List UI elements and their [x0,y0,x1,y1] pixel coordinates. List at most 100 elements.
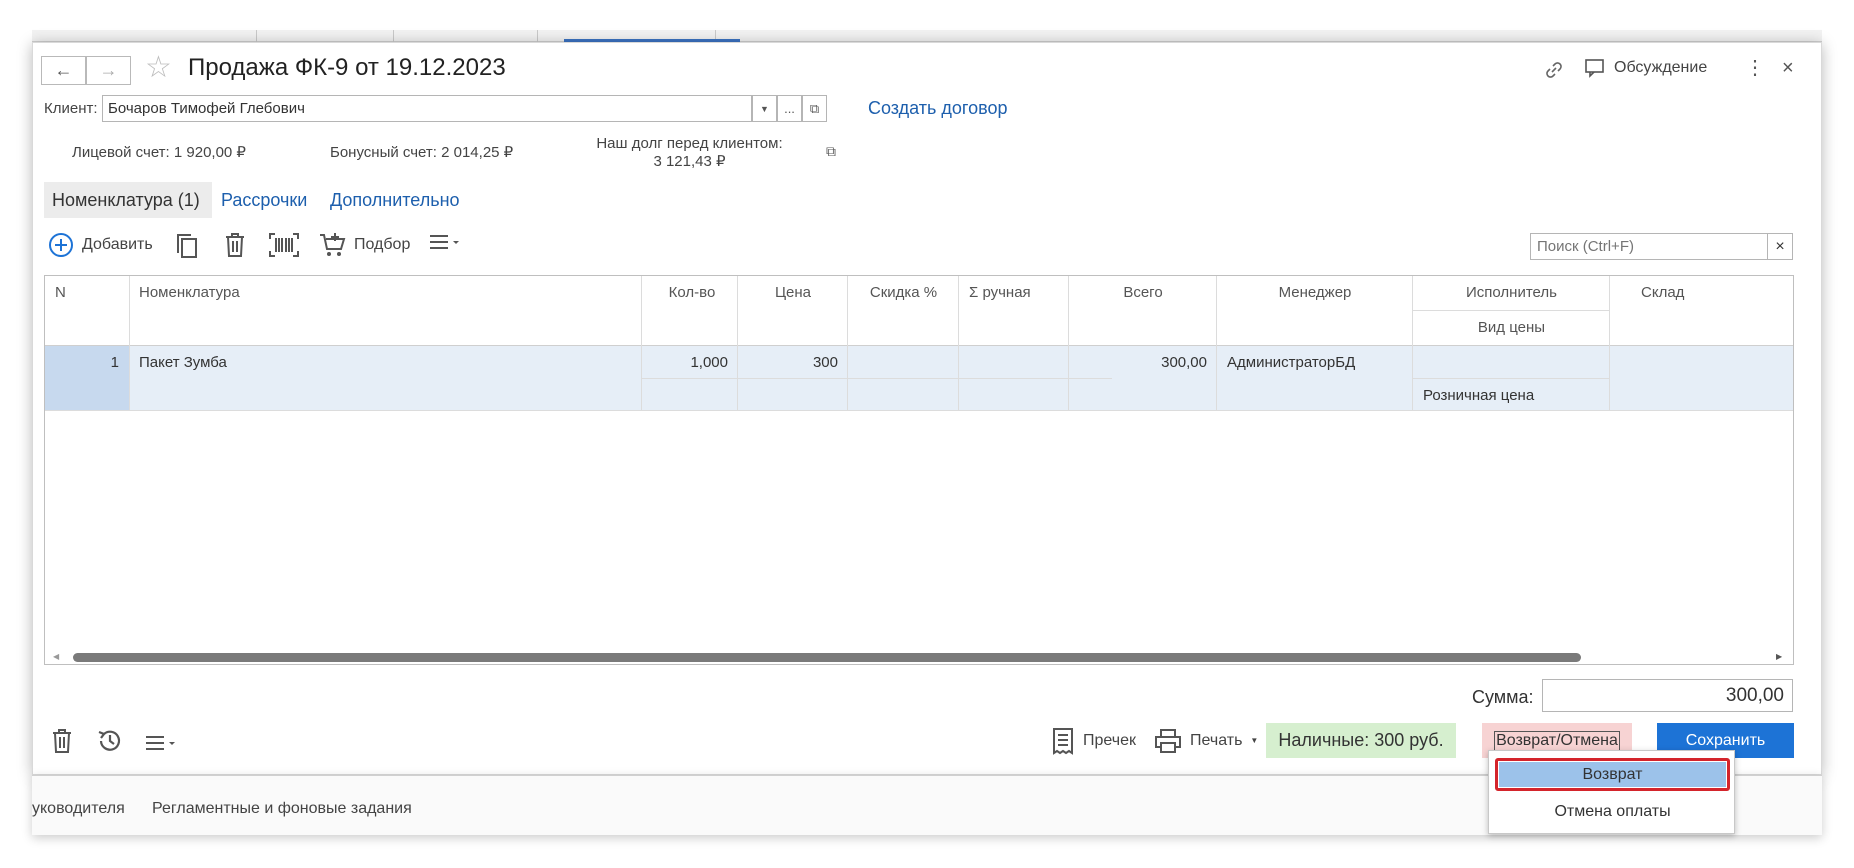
horizontal-scroll-thumb[interactable] [73,653,1581,662]
more-vertical-icon[interactable]: ⋮ [1745,58,1765,78]
selection-label: Подбор [354,236,411,253]
header-executor[interactable]: Исполнитель [1413,284,1610,301]
plus-circle-icon [49,233,73,257]
search-input[interactable] [1530,233,1768,260]
header-price[interactable]: Цена [738,284,848,301]
open-tab[interactable] [257,30,394,42]
col-divider [847,276,848,410]
chat-icon [1585,59,1604,78]
scroll-right-icon[interactable]: ▶ [1776,652,1782,661]
client-dropdown-button[interactable]: ▼ [752,95,777,122]
selection-button[interactable]: Подбор [318,232,410,258]
col-divider [1609,276,1610,410]
link-button[interactable] [1544,60,1564,85]
sum-label: Сумма: [1472,687,1534,707]
open-tabs-strip [32,30,1822,42]
personal-account: Лицевой счет: 1 920,00 ₽ [72,144,246,161]
cell-manager[interactable]: АдминистраторБД [1227,354,1355,371]
cell-total[interactable]: 300,00 [1069,354,1207,371]
back-button[interactable]: ← [41,56,86,85]
copy-button[interactable] [174,232,200,260]
col-divider [641,276,642,410]
receipt-icon [1053,727,1073,755]
precheck-label: Пречек [1083,731,1136,749]
col-divider [737,276,738,410]
close-icon[interactable]: × [1782,58,1794,78]
tab-additional[interactable]: Дополнительно [330,190,460,211]
debt-open-icon[interactable]: ⧉ [826,143,836,160]
dropdown-item-return[interactable]: Возврат [1495,758,1730,791]
col-divider [1068,276,1069,410]
tab-installments[interactable]: Рассрочки [221,190,307,211]
print-label: Печать [1190,731,1243,749]
client-select-button[interactable]: ... [777,95,802,122]
search-clear-button[interactable]: × [1767,233,1793,260]
row-subdivider [642,378,1112,379]
print-button[interactable]: Печать ▼ [1154,723,1258,758]
add-label: Добавить [82,236,153,253]
header-qty[interactable]: Кол-во [642,284,742,301]
discussion-label: Обсуждение [1614,59,1708,76]
barcode-icon [269,233,299,257]
add-button[interactable]: Добавить [48,232,153,258]
forward-button[interactable]: → [86,56,131,85]
return-cancel-label: Возврат/Отмена [1494,730,1620,751]
open-tab[interactable] [32,30,257,42]
arrow-right-icon: → [99,60,118,80]
link-icon [1546,62,1562,78]
header-price-type[interactable]: Вид цены [1413,319,1610,336]
header-divider [45,345,1793,346]
return-dropdown-menu: Возврат Отмена оплаты [1488,750,1735,834]
bottom-more-button[interactable] [144,733,178,758]
header-item[interactable]: Номенклатура [139,284,240,301]
create-contract-link[interactable]: Создать договор [868,98,1007,119]
client-input[interactable]: Бочаров Тимофей Глебович [102,95,752,122]
col-divider [1412,276,1413,410]
cart-icon [320,233,346,256]
header-n[interactable]: N [55,284,66,301]
copy-icon [177,234,197,258]
header-manual-sum[interactable]: Σ ручная [969,284,1031,301]
sum-field[interactable]: 300,00 [1542,679,1793,712]
tab-nomenclature-label: Номенклатура (1) [52,189,200,210]
menu-icon [430,235,459,249]
header-warehouse[interactable]: Склад [1641,284,1684,301]
cash-payment-button[interactable]: Наличные: 300 руб. [1266,723,1456,758]
dropdown-item-cancel-payment[interactable]: Отмена оплаты [1495,795,1730,828]
history-button[interactable] [96,727,124,760]
cell-item[interactable]: Пакет Зумба [139,354,227,371]
bonus-account: Бонусный счет: 2 014,25 ₽ [330,144,514,161]
cell-qty[interactable]: 1,000 [642,354,728,371]
tab-nomenclature[interactable]: Номенклатура (1) [44,182,212,218]
page-title: Продажа ФК-9 от 19.12.2023 [188,54,506,81]
discussion-button[interactable]: Обсуждение [1584,58,1707,78]
header-manager[interactable]: Менеджер [1217,284,1413,301]
header-discount[interactable]: Скидка % [848,284,959,301]
footer-item-scheduled-jobs[interactable]: Регламентные и фоновые задания [152,800,412,818]
col-divider [958,276,959,410]
debt-label: Наш долг перед клиентом: [596,135,783,152]
precheck-button[interactable]: Пречек [1051,723,1136,758]
header-subdivider [1413,310,1609,311]
chevron-down-icon: ▼ [760,103,769,114]
open-tab[interactable] [394,30,538,42]
favorite-star-icon[interactable]: ☆ [145,53,172,83]
footer-item[interactable]: уководителя [32,800,125,818]
debt-value: 3 121,43 ₽ [653,153,726,170]
cell-n[interactable]: 1 [45,354,119,371]
history-icon [98,730,121,751]
cell-price-type[interactable]: Розничная цена [1423,387,1534,404]
col-divider [1216,276,1217,410]
header-total[interactable]: Всего [1069,284,1217,301]
trash-icon [226,233,244,257]
delete-document-button[interactable] [50,728,74,759]
barcode-button[interactable] [268,232,300,258]
scroll-left-icon[interactable]: ◀ [53,652,59,661]
trash-icon [53,729,71,753]
cell-price[interactable]: 300 [738,354,838,371]
col-divider [129,276,130,410]
row-subdivider [1413,378,1609,379]
delete-row-button[interactable] [224,232,246,258]
client-open-button[interactable]: ⧉ [802,95,827,122]
more-actions-button[interactable] [428,232,462,252]
